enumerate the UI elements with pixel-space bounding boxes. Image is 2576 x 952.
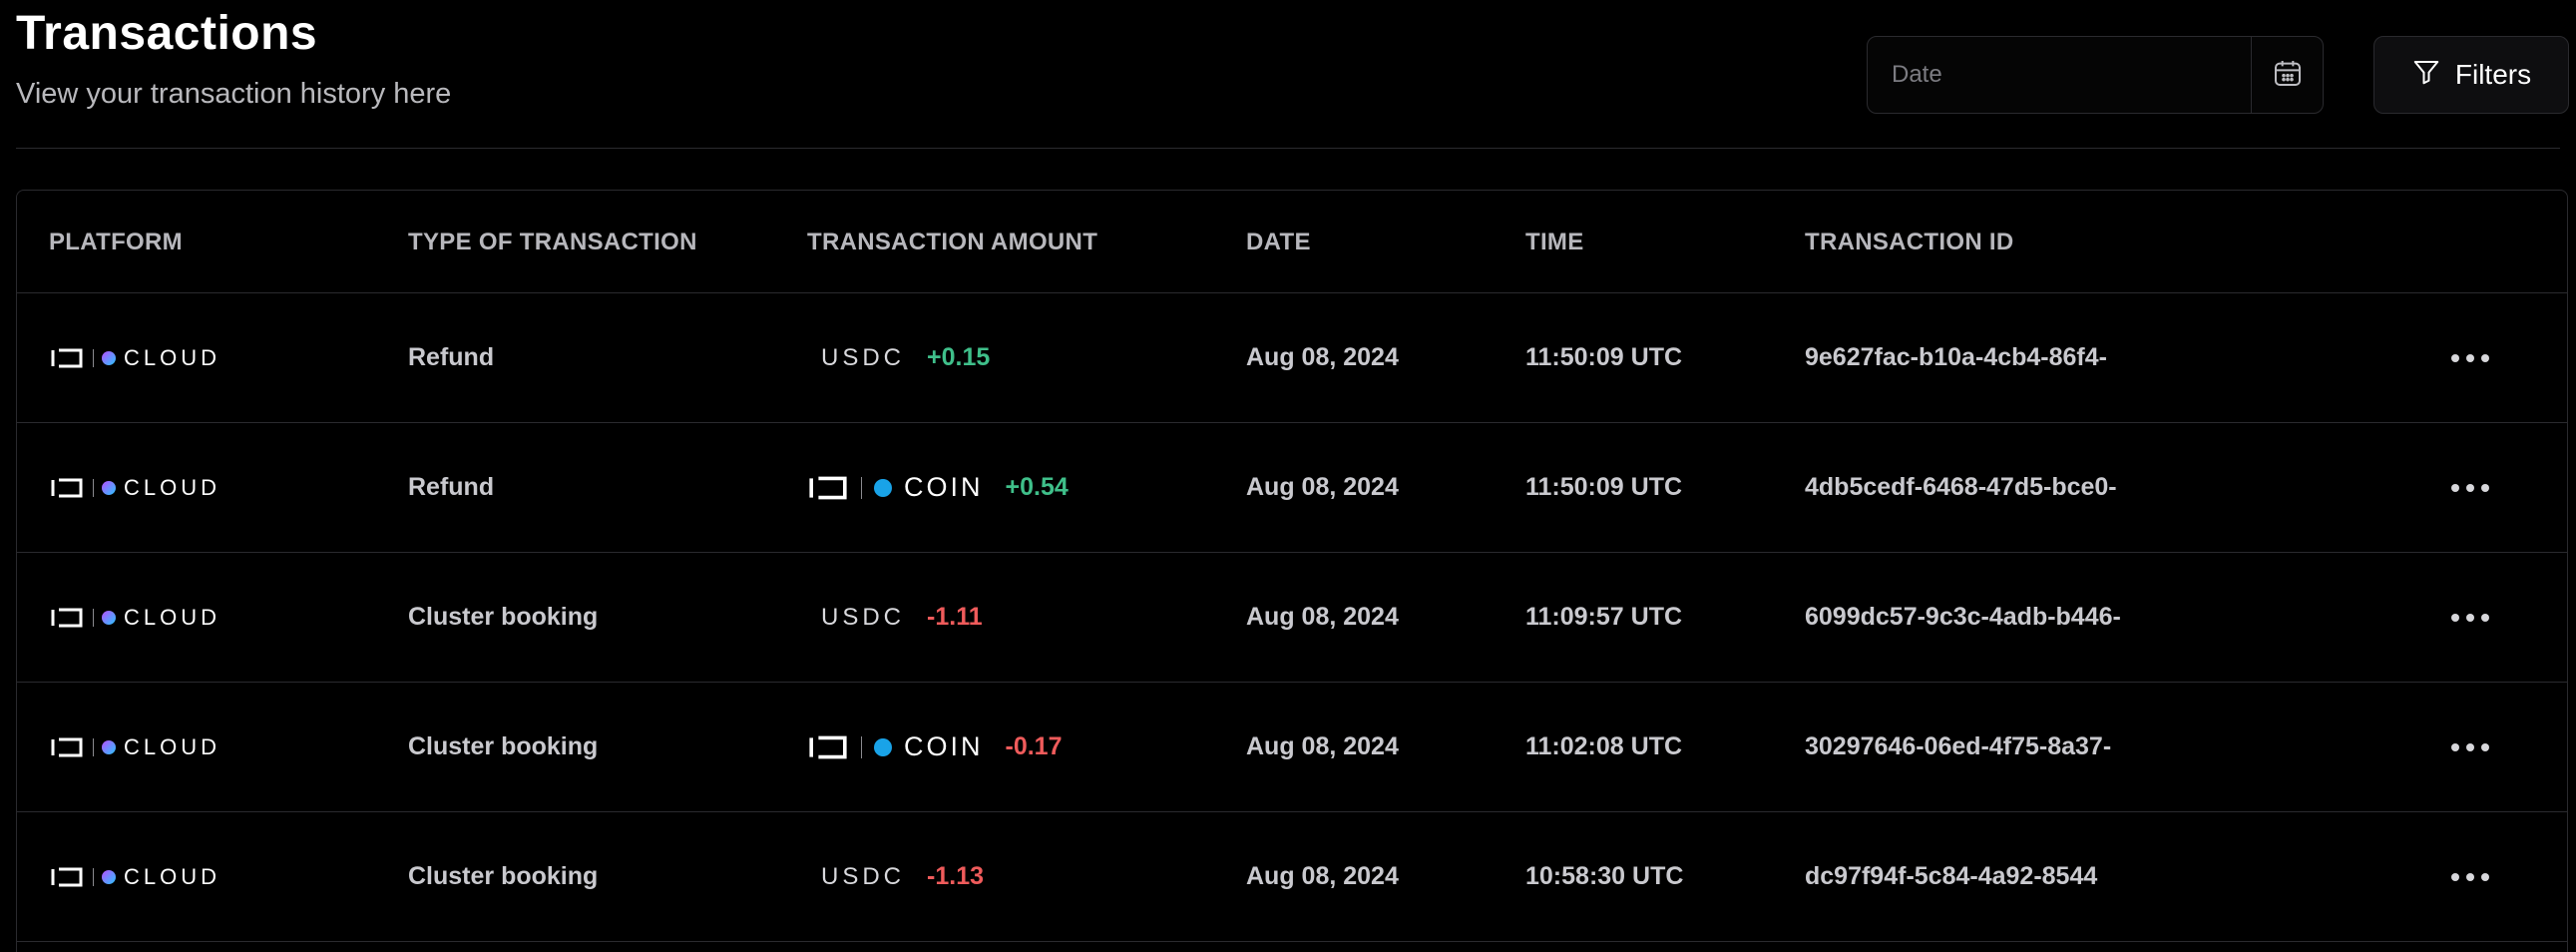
row-actions-button[interactable] xyxy=(2451,423,2489,552)
date-filter xyxy=(1867,36,2324,114)
column-header-transaction-id[interactable]: TRANSACTION ID xyxy=(1805,229,2014,256)
transaction-id: 9e627fac-b10a-4cb4-86f4- xyxy=(1805,343,2107,371)
more-horizontal-icon xyxy=(2451,742,2489,751)
table-body: CLOUD Refund USDC +0.15 Aug 08, 2024 11:50:09… xyxy=(17,293,2567,942)
transaction-date: Aug 08, 2024 xyxy=(1246,473,1399,501)
transaction-type: Cluster booking xyxy=(408,862,599,890)
io-coin-logo: COIN xyxy=(807,472,984,503)
platform-cell: CLOUD xyxy=(49,553,220,682)
table-header: PLATFORM TYPE OF TRANSACTION TRANSACTION… xyxy=(17,191,2567,293)
transaction-type: Cluster booking xyxy=(408,603,599,631)
column-header-date[interactable]: DATE xyxy=(1246,229,1311,256)
column-header-time[interactable]: TIME xyxy=(1525,229,1584,256)
transaction-amount-cell: USDC +0.15 xyxy=(807,293,990,422)
filters-label: Filters xyxy=(2454,59,2532,90)
usdc-logo: USDC xyxy=(821,343,906,371)
transaction-amount-cell: COIN -0.17 xyxy=(807,683,1062,811)
transaction-amount-cell: COIN +0.54 xyxy=(807,423,1069,552)
filter-icon xyxy=(2411,57,2441,94)
transaction-type: Refund xyxy=(408,343,495,371)
transaction-date: Aug 08, 2024 xyxy=(1246,343,1399,371)
filters-button[interactable]: Filters xyxy=(2373,36,2569,114)
transaction-date: Aug 08, 2024 xyxy=(1246,862,1399,890)
page-header: Transactions View your transaction histo… xyxy=(16,0,2569,150)
transaction-amount: -1.11 xyxy=(927,603,983,631)
table-row[interactable]: CLOUD Refund COIN +0.54 Aug 08, 2024 11:50:09… xyxy=(17,423,2567,553)
transactions-page: Transactions View your transaction histo… xyxy=(0,0,2576,952)
transaction-id: 6099dc57-9c3c-4adb-b446- xyxy=(1805,603,2121,631)
transactions-table: PLATFORM TYPE OF TRANSACTION TRANSACTION… xyxy=(16,190,2568,952)
more-horizontal-icon xyxy=(2451,613,2489,622)
transaction-time: 11:09:57 UTC xyxy=(1525,603,1683,631)
more-horizontal-icon xyxy=(2451,483,2489,492)
page-title: Transactions xyxy=(16,7,318,60)
transaction-amount-cell: USDC -1.11 xyxy=(807,553,983,682)
date-input[interactable] xyxy=(1868,36,2251,114)
transaction-time: 10:58:30 UTC xyxy=(1525,862,1684,890)
io-coin-logo: COIN xyxy=(807,731,984,762)
column-header-platform[interactable]: PLATFORM xyxy=(49,229,183,256)
usdc-logo: USDC xyxy=(821,603,906,631)
row-actions-button[interactable] xyxy=(2451,683,2489,811)
io-cloud-logo: CLOUD xyxy=(49,734,220,760)
transaction-amount: -1.13 xyxy=(927,862,984,890)
cloud-logo-text: CLOUD xyxy=(124,474,221,500)
transaction-date: Aug 08, 2024 xyxy=(1246,732,1399,760)
row-actions-button[interactable] xyxy=(2451,293,2489,422)
transaction-type: Cluster booking xyxy=(408,732,599,760)
transaction-id: 4db5cedf-6468-47d5-bce0- xyxy=(1805,473,2117,501)
cloud-logo-text: CLOUD xyxy=(124,344,221,370)
transaction-id: 30297646-06ed-4f75-8a37- xyxy=(1805,732,2112,760)
platform-cell: CLOUD xyxy=(49,293,220,422)
cloud-logo-text: CLOUD xyxy=(124,604,221,630)
transaction-type: Refund xyxy=(408,473,495,501)
page-subtitle: View your transaction history here xyxy=(16,78,452,110)
column-header-amount[interactable]: TRANSACTION AMOUNT xyxy=(807,229,1097,256)
table-row[interactable]: CLOUD Cluster booking USDC -1.11 Aug 08, 202… xyxy=(17,553,2567,683)
cloud-logo-text: CLOUD xyxy=(124,733,221,759)
table-row[interactable]: CLOUD Refund USDC +0.15 Aug 08, 2024 11:50:09… xyxy=(17,293,2567,423)
io-cloud-logo: CLOUD xyxy=(49,864,220,890)
row-actions-button[interactable] xyxy=(2451,812,2489,941)
platform-cell: CLOUD xyxy=(49,423,220,552)
transaction-date: Aug 08, 2024 xyxy=(1246,603,1399,631)
io-cloud-logo: CLOUD xyxy=(49,475,220,501)
platform-cell: CLOUD xyxy=(49,683,220,811)
io-cloud-logo: CLOUD xyxy=(49,605,220,631)
transaction-amount: +0.54 xyxy=(1005,473,1069,501)
header-divider xyxy=(16,148,2560,149)
transaction-time: 11:50:09 UTC xyxy=(1525,343,1683,371)
table-row[interactable]: CLOUD Cluster booking USDC -1.13 Aug 08, 202… xyxy=(17,812,2567,942)
transaction-time: 11:02:08 UTC xyxy=(1525,732,1683,760)
transaction-id: dc97f94f-5c84-4a92-8544 xyxy=(1805,862,2098,890)
more-horizontal-icon xyxy=(2451,353,2489,362)
transaction-amount: -0.17 xyxy=(1005,732,1063,760)
transaction-amount: +0.15 xyxy=(927,343,991,371)
usdc-logo: USDC xyxy=(821,862,906,890)
more-horizontal-icon xyxy=(2451,872,2489,881)
io-cloud-logo: CLOUD xyxy=(49,345,220,371)
platform-cell: CLOUD xyxy=(49,812,220,941)
calendar-button[interactable] xyxy=(2251,37,2323,113)
calendar-icon xyxy=(2272,57,2304,94)
column-header-type[interactable]: TYPE OF TRANSACTION xyxy=(408,229,697,256)
transaction-amount-cell: USDC -1.13 xyxy=(807,812,984,941)
table-row[interactable]: CLOUD Cluster booking COIN -0.17 Aug 08, 202… xyxy=(17,683,2567,812)
row-actions-button[interactable] xyxy=(2451,553,2489,682)
cloud-logo-text: CLOUD xyxy=(124,863,221,889)
transaction-time: 11:50:09 UTC xyxy=(1525,473,1683,501)
